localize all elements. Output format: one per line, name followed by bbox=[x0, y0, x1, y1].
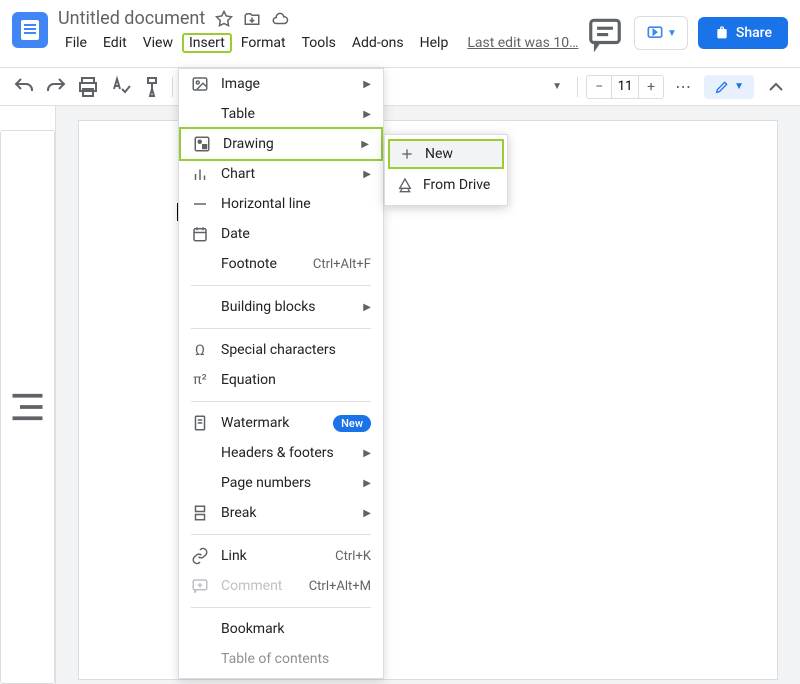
chevron-right-icon: ▶ bbox=[363, 302, 371, 313]
spellcheck-icon[interactable] bbox=[108, 75, 132, 99]
image-icon bbox=[191, 75, 209, 93]
menu-tools[interactable]: Tools bbox=[295, 33, 343, 53]
menu-separator bbox=[191, 401, 371, 402]
docs-logo[interactable] bbox=[12, 12, 48, 48]
menu-building-blocks[interactable]: Building blocks ▶ bbox=[179, 292, 383, 322]
new-badge: New bbox=[333, 415, 371, 432]
cloud-status-icon[interactable] bbox=[271, 10, 289, 28]
menu-equation[interactable]: π² Equation bbox=[179, 365, 383, 395]
horizontal-line-icon bbox=[191, 195, 209, 213]
menu-link[interactable]: Link Ctrl+K bbox=[179, 541, 383, 571]
menu-file[interactable]: File bbox=[58, 33, 94, 53]
menu-table-of-contents[interactable]: Table of contents bbox=[179, 644, 383, 674]
watermark-icon bbox=[191, 414, 209, 432]
break-icon bbox=[191, 504, 209, 522]
menu-drawing[interactable]: Drawing ▶ bbox=[179, 127, 383, 161]
chevron-right-icon: ▶ bbox=[363, 448, 371, 459]
menu-image[interactable]: Image ▶ bbox=[179, 69, 383, 99]
menu-page-numbers[interactable]: Page numbers ▶ bbox=[179, 468, 383, 498]
calendar-icon bbox=[191, 225, 209, 243]
chevron-right-icon: ▶ bbox=[363, 169, 371, 180]
comment-history-icon[interactable] bbox=[586, 14, 624, 52]
menu-addons[interactable]: Add-ons bbox=[345, 33, 411, 53]
submenu-from-drive[interactable]: From Drive bbox=[385, 169, 507, 201]
menu-edit[interactable]: Edit bbox=[96, 33, 134, 53]
menu-separator bbox=[191, 285, 371, 286]
document-title[interactable]: Untitled document bbox=[58, 8, 205, 29]
chevron-right-icon: ▶ bbox=[361, 139, 369, 150]
chevron-right-icon: ▶ bbox=[363, 478, 371, 489]
menu-chart[interactable]: Chart ▶ bbox=[179, 159, 383, 189]
menu-bookmark[interactable]: Bookmark bbox=[179, 614, 383, 644]
style-dropdown-icon[interactable]: ▼ bbox=[545, 75, 569, 99]
menubar: File Edit View Insert Format Tools Add-o… bbox=[58, 33, 586, 53]
left-rail bbox=[0, 106, 56, 684]
menu-separator bbox=[191, 534, 371, 535]
insert-dropdown: Image ▶ Table ▶ Drawing ▶ Chart ▶ Horizo… bbox=[178, 68, 384, 679]
menu-headers-footers[interactable]: Headers & footers ▶ bbox=[179, 438, 383, 468]
menu-help[interactable]: Help bbox=[413, 33, 456, 53]
menu-watermark[interactable]: Watermark New bbox=[179, 408, 383, 438]
menu-table[interactable]: Table ▶ bbox=[179, 99, 383, 129]
menu-view[interactable]: View bbox=[136, 33, 180, 53]
chevron-right-icon: ▶ bbox=[363, 109, 371, 120]
link-icon bbox=[191, 547, 209, 565]
title-area: Untitled document File Edit View Insert … bbox=[58, 8, 586, 53]
menu-break[interactable]: Break ▶ bbox=[179, 498, 383, 528]
font-size-decrease[interactable]: − bbox=[587, 76, 611, 98]
present-button[interactable]: ▼ bbox=[634, 16, 688, 50]
more-icon[interactable]: ⋯ bbox=[672, 75, 696, 99]
font-size-stepper: − 11 + bbox=[586, 75, 664, 99]
submenu-new[interactable]: New bbox=[388, 139, 504, 169]
menu-footnote[interactable]: Footnote Ctrl+Alt+F bbox=[179, 249, 383, 279]
move-icon[interactable] bbox=[243, 10, 261, 28]
font-size-value[interactable]: 11 bbox=[611, 76, 639, 98]
redo-icon[interactable] bbox=[44, 75, 68, 99]
editing-mode-button[interactable]: ▼ bbox=[704, 75, 754, 99]
outline-icon[interactable] bbox=[0, 130, 55, 684]
print-icon[interactable] bbox=[76, 75, 100, 99]
omega-icon: Ω bbox=[191, 341, 209, 359]
share-button[interactable]: Share bbox=[698, 17, 788, 49]
paint-format-icon[interactable] bbox=[140, 75, 164, 99]
menu-horizontal-line[interactable]: Horizontal line bbox=[179, 189, 383, 219]
chevron-right-icon: ▶ bbox=[363, 508, 371, 519]
chart-icon bbox=[191, 165, 209, 183]
undo-icon[interactable] bbox=[12, 75, 36, 99]
menu-separator bbox=[191, 607, 371, 608]
chevron-right-icon: ▶ bbox=[363, 79, 371, 90]
collapse-icon[interactable] bbox=[764, 75, 788, 99]
star-icon[interactable] bbox=[215, 10, 233, 28]
menu-separator bbox=[191, 328, 371, 329]
menu-date[interactable]: Date bbox=[179, 219, 383, 249]
comment-icon bbox=[191, 577, 209, 595]
toolbar: ▼ − 11 + ⋯ ▼ bbox=[0, 68, 800, 106]
font-size-increase[interactable]: + bbox=[639, 76, 663, 98]
plus-icon bbox=[399, 146, 415, 162]
drive-icon bbox=[397, 177, 413, 193]
drawing-icon bbox=[193, 135, 211, 153]
menu-insert[interactable]: Insert bbox=[182, 33, 232, 53]
pi-icon: π² bbox=[191, 371, 209, 389]
menu-comment: Comment Ctrl+Alt+M bbox=[179, 571, 383, 601]
menu-format[interactable]: Format bbox=[234, 33, 293, 53]
last-edit-link[interactable]: Last edit was 10… bbox=[467, 33, 578, 53]
menu-special-characters[interactable]: Ω Special characters bbox=[179, 335, 383, 365]
drawing-submenu: New From Drive bbox=[384, 134, 508, 206]
app-header: Untitled document File Edit View Insert … bbox=[0, 0, 800, 68]
